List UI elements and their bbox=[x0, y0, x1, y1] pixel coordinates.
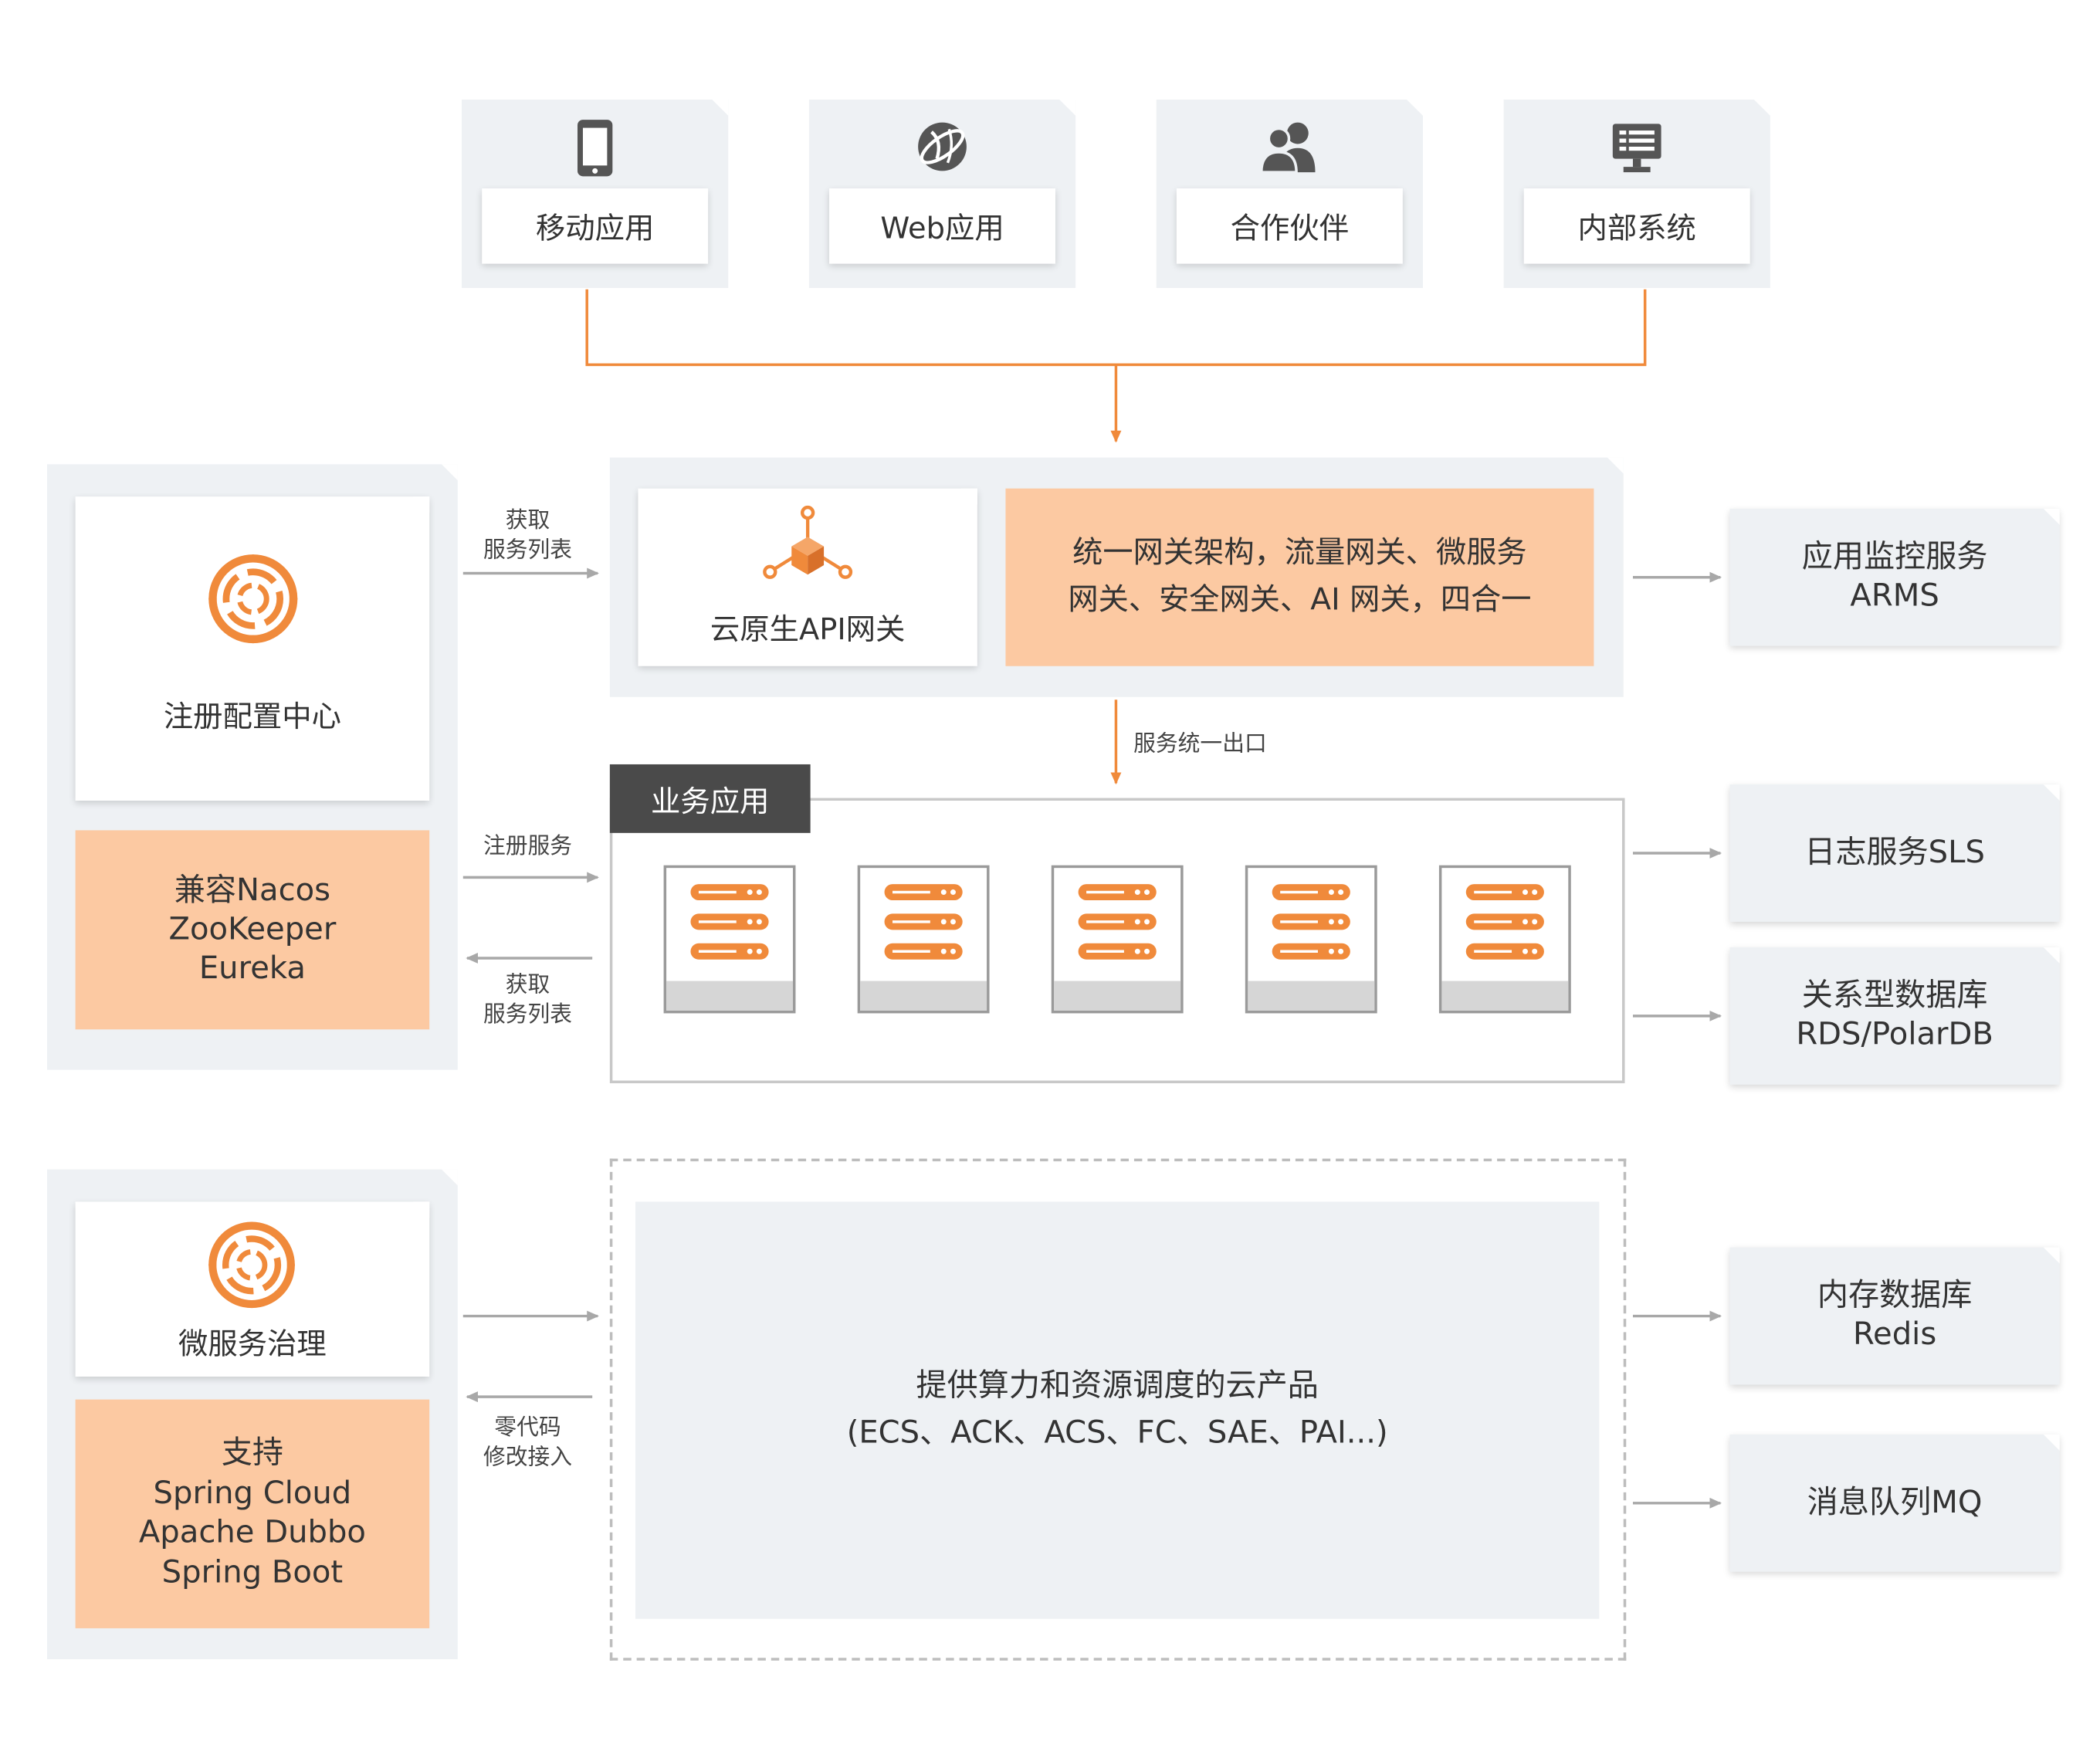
monitor-icon bbox=[1611, 121, 1662, 181]
label-line: 修改接入 bbox=[483, 1444, 573, 1470]
support-line: 支持 bbox=[221, 1435, 284, 1471]
service-line: 内存数据库 bbox=[1817, 1278, 1973, 1314]
service-line: RDS/PolarDB bbox=[1796, 1017, 1993, 1052]
registry-panel: 注册配置中心 兼容Nacos ZooKeeper Eureka bbox=[47, 464, 458, 1070]
client-label: 内部系统 bbox=[1523, 188, 1750, 264]
business-app-tab: 业务应用 bbox=[609, 764, 811, 833]
client-card-mobile: 移动应用 bbox=[462, 99, 729, 288]
gateway-description: 统一网关架构，流量网关、微服务 网关、安全网关、AI 网关，四合一 bbox=[1005, 488, 1594, 666]
globe-icon bbox=[914, 118, 970, 180]
client-label: 移动应用 bbox=[482, 188, 709, 264]
label-line: 获取 bbox=[505, 507, 550, 534]
label-unified-exit: 服务统一出口 bbox=[1133, 730, 1267, 757]
architecture-diagram: 移动应用 Web应用 合作伙伴 内部系统 注册配置中心 兼容Nacos ZooK… bbox=[0, 0, 2100, 1748]
client-label: 合作伙伴 bbox=[1176, 188, 1403, 264]
service-line: 关系型数据库 bbox=[1801, 978, 1988, 1014]
label-get-service-list-mid: 获取 服务列表 bbox=[463, 967, 592, 1032]
client-card-partners: 合作伙伴 bbox=[1156, 99, 1423, 288]
service-sls: 日志服务SLS bbox=[1729, 784, 2060, 922]
label-line: 获取 bbox=[505, 971, 550, 998]
business-app-box bbox=[609, 798, 1625, 1084]
label-line: 服务列表 bbox=[483, 1001, 573, 1027]
compute-products-box: 提供算力和资源调度的云产品 (ECS、ACK、ACS、FC、SAE、PAI...… bbox=[635, 1201, 1600, 1619]
registry-compat-box: 兼容Nacos ZooKeeper Eureka bbox=[75, 830, 430, 1030]
server-icon bbox=[1245, 865, 1377, 1014]
mobile-phone-icon bbox=[572, 118, 618, 183]
label-zero-code: 零代码 修改接入 bbox=[463, 1411, 592, 1475]
compute-line: 提供算力和资源调度的云产品 bbox=[916, 1368, 1319, 1404]
governance-title: 微服务治理 bbox=[178, 1328, 327, 1362]
api-gateway-icon bbox=[763, 505, 853, 594]
service-redis: 内存数据库 Redis bbox=[1729, 1247, 2060, 1385]
governance-panel: 微服务治理 支持 Spring Cloud Apache Dubbo Sprin… bbox=[47, 1169, 458, 1659]
client-label: Web应用 bbox=[829, 188, 1055, 264]
server-icon bbox=[857, 865, 990, 1014]
server-icon bbox=[1438, 865, 1571, 1014]
registry-card: 注册配置中心 bbox=[75, 496, 430, 801]
client-card-internal: 内部系统 bbox=[1503, 99, 1770, 288]
registry-title: 注册配置中心 bbox=[163, 701, 342, 735]
client-bus-line bbox=[585, 289, 1647, 367]
service-line: 消息队列MQ bbox=[1807, 1485, 1983, 1520]
compat-line: Eureka bbox=[198, 950, 306, 986]
server-row bbox=[663, 865, 1574, 1019]
service-line: Redis bbox=[1852, 1317, 1937, 1353]
gateway-panel: 云原生API网关 统一网关架构，流量网关、微服务 网关、安全网关、AI 网关，四… bbox=[609, 457, 1624, 697]
server-icon bbox=[1051, 865, 1184, 1014]
compute-line: (ECS、ACK、ACS、FC、SAE、PAI...) bbox=[846, 1415, 1388, 1451]
service-arms: 应用监控服务 ARMS bbox=[1729, 508, 2060, 646]
api-gateway-card: 云原生API网关 bbox=[638, 488, 977, 666]
label-register-service: 注册服务 bbox=[483, 832, 573, 859]
governance-card: 微服务治理 bbox=[75, 1201, 430, 1377]
governance-support-box: 支持 Spring Cloud Apache Dubbo Spring Boot bbox=[75, 1399, 430, 1628]
service-mq: 消息队列MQ bbox=[1729, 1434, 2060, 1572]
label-line: 服务列表 bbox=[483, 537, 573, 563]
gateway-desc-line: 统一网关架构，流量网关、微服务 bbox=[1072, 535, 1527, 571]
gateway-desc-line: 网关、安全网关、AI 网关，四合一 bbox=[1068, 582, 1532, 618]
client-card-web: Web应用 bbox=[808, 99, 1076, 288]
service-line: 应用监控服务 bbox=[1801, 539, 1988, 575]
service-line: ARMS bbox=[1850, 578, 1939, 614]
label-line: 零代码 bbox=[494, 1414, 561, 1440]
people-icon bbox=[1258, 118, 1320, 180]
compat-line: ZooKeeper bbox=[168, 911, 337, 947]
api-gateway-title: 云原生API网关 bbox=[710, 613, 906, 648]
support-line: Apache Dubbo bbox=[138, 1515, 366, 1550]
label-get-service-list-top: 获取 服务列表 bbox=[463, 503, 592, 568]
compute-dashed-area: 提供算力和资源调度的云产品 (ECS、ACK、ACS、FC、SAE、PAI...… bbox=[609, 1158, 1627, 1661]
service-rds: 关系型数据库 RDS/PolarDB bbox=[1729, 947, 2060, 1085]
swirl-logo-icon bbox=[208, 553, 300, 649]
swirl-logo-icon bbox=[208, 1221, 296, 1315]
compat-line: 兼容Nacos bbox=[174, 872, 331, 908]
server-icon bbox=[663, 865, 796, 1014]
support-line: Spring Boot bbox=[161, 1554, 344, 1590]
service-line: 日志服务SLS bbox=[1804, 835, 1985, 870]
support-line: Spring Cloud bbox=[153, 1475, 352, 1511]
